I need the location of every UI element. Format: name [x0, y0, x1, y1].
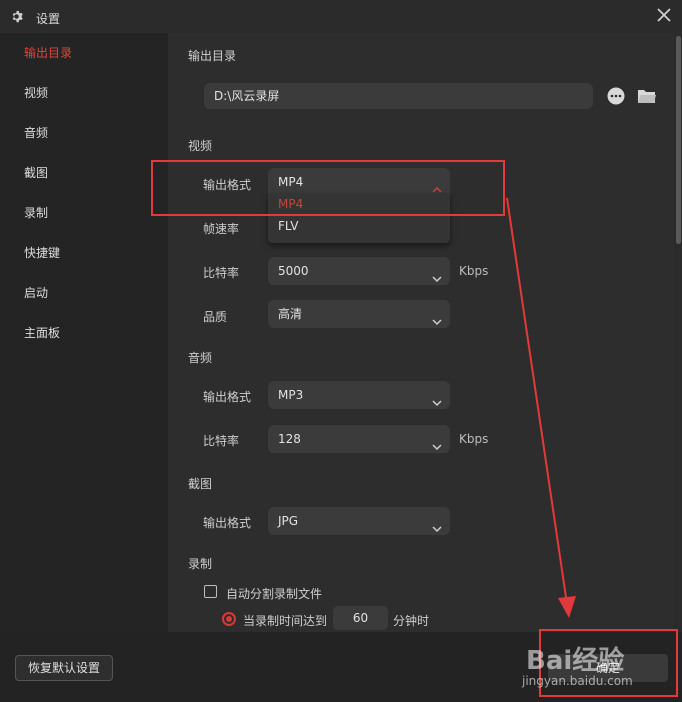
quality-value: 高清	[278, 307, 303, 321]
sidebar-item-record[interactable]: 录制	[0, 193, 168, 233]
sidebar-item-label: 录制	[24, 206, 49, 220]
quality-select[interactable]: 高清	[268, 300, 450, 328]
sidebar-item-label: 启动	[24, 286, 49, 300]
record-section-title: 录制	[188, 557, 213, 571]
video-bitrate-unit: Kbps	[459, 264, 489, 278]
split-time-label: 当录制时间达到	[243, 614, 328, 628]
sidebar: 输出目录 视频 音频 截图 录制 快捷键 启动 主面板	[0, 33, 168, 632]
folder-icon[interactable]	[637, 87, 657, 107]
title-bar: 设置	[0, 0, 682, 33]
audio-format-select[interactable]: MP3	[268, 381, 450, 409]
video-bitrate-label: 比特率	[203, 266, 240, 280]
split-minutes-input[interactable]: 60	[333, 606, 388, 630]
video-format-dropdown: MP4 FLV	[268, 193, 450, 243]
sidebar-item-hotkeys[interactable]: 快捷键	[0, 233, 168, 273]
window-title: 设置	[36, 12, 61, 26]
chevron-down-icon	[432, 434, 442, 451]
video-format-label: 输出格式	[203, 178, 252, 192]
sidebar-item-output-dir[interactable]: 输出目录	[0, 33, 168, 73]
video-section-title: 视频	[188, 139, 213, 153]
screenshot-format-select[interactable]: JPG	[268, 507, 450, 535]
chevron-down-icon	[432, 266, 442, 283]
auto-split-label: 自动分割录制文件	[226, 587, 323, 601]
chevron-down-icon	[432, 390, 442, 407]
sidebar-item-main-panel[interactable]: 主面板	[0, 313, 168, 353]
reset-defaults-button[interactable]: 恢复默认设置	[15, 655, 113, 681]
auto-split-checkbox[interactable]	[204, 585, 217, 598]
gear-icon	[10, 10, 23, 23]
sidebar-item-screenshot[interactable]: 截图	[0, 153, 168, 193]
sidebar-item-label: 主面板	[24, 326, 61, 340]
sidebar-item-audio[interactable]: 音频	[0, 113, 168, 153]
sidebar-item-label: 快捷键	[24, 246, 61, 260]
output-path-field[interactable]: D:\风云录屏	[204, 83, 593, 109]
sidebar-item-label: 音频	[24, 126, 49, 140]
audio-bitrate-unit: Kbps	[459, 432, 489, 446]
dropdown-option-mp4[interactable]: MP4	[278, 197, 303, 211]
chevron-down-icon	[432, 309, 442, 326]
audio-bitrate-select[interactable]: 128	[268, 425, 450, 453]
sidebar-item-label: 输出目录	[24, 46, 73, 60]
audio-format-label: 输出格式	[203, 390, 252, 404]
quality-label: 品质	[203, 310, 228, 324]
dropdown-option-flv[interactable]: FLV	[278, 219, 298, 233]
screenshot-section-title: 截图	[188, 477, 213, 491]
split-unit-label: 分钟时	[393, 614, 430, 628]
ellipsis-icon[interactable]	[606, 86, 626, 106]
ok-button[interactable]: 确定	[548, 654, 668, 682]
split-time-radio[interactable]	[222, 612, 236, 626]
screenshot-format-value: JPG	[278, 514, 299, 528]
video-bitrate-value: 5000	[278, 264, 309, 278]
sidebar-item-label: 视频	[24, 86, 49, 100]
video-bitrate-select[interactable]: 5000	[268, 257, 450, 285]
video-format-value: MP4	[278, 175, 304, 189]
framerate-label: 帧速率	[203, 222, 240, 236]
chevron-up-icon	[432, 177, 442, 193]
close-icon[interactable]	[655, 6, 673, 24]
settings-content	[168, 33, 674, 632]
sidebar-item-video[interactable]: 视频	[0, 73, 168, 113]
video-format-select[interactable]: MP4	[268, 168, 450, 196]
scrollbar-thumb[interactable]	[676, 36, 681, 244]
sidebar-item-startup[interactable]: 启动	[0, 273, 168, 313]
screenshot-format-label: 输出格式	[203, 516, 252, 530]
audio-bitrate-label: 比特率	[203, 434, 240, 448]
audio-format-value: MP3	[278, 388, 304, 402]
output-dir-section-title: 输出目录	[188, 49, 237, 63]
audio-section-title: 音频	[188, 351, 213, 365]
sidebar-item-label: 截图	[24, 166, 49, 180]
chevron-down-icon	[432, 516, 442, 533]
audio-bitrate-value: 128	[278, 432, 301, 446]
